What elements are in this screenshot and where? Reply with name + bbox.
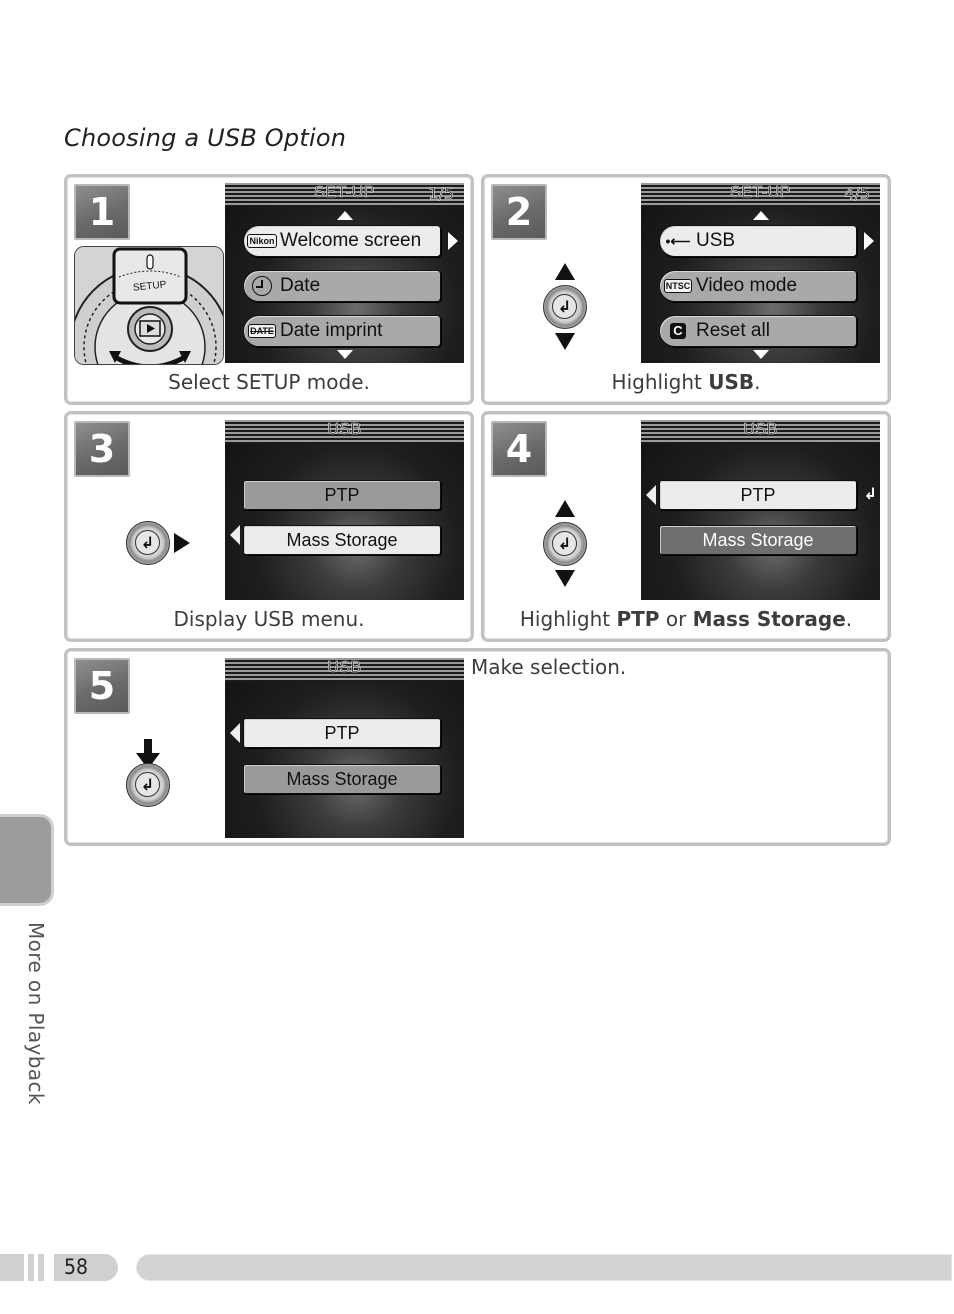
scroll-up-icon	[752, 211, 769, 220]
selection-marker-icon	[230, 723, 240, 743]
usb-option-ptp[interactable]: PTP	[243, 480, 441, 510]
menu-item-usb[interactable]: •⟵ USB	[659, 225, 857, 257]
step-caption: Highlight USB.	[611, 370, 761, 394]
screen-title: USB	[327, 421, 362, 439]
selection-marker-icon	[646, 485, 656, 505]
step-5-panel: 5 ↲ USB PTP Mass Storage Make selection.	[64, 648, 891, 846]
mode-dial-illustration: SETUP	[74, 246, 224, 365]
camera-screen: USB PTP Mass Storage	[225, 658, 464, 838]
step-caption: Highlight PTP or Mass Storage.	[519, 607, 853, 631]
step-number: 1	[74, 184, 130, 240]
menu-item-date-imprint[interactable]: DATE Date imprint	[243, 315, 441, 347]
usb-option-ptp[interactable]: PTP	[659, 480, 857, 510]
camera-screen: SET-UP 4/5 •⟵ USB NTSC Video mode C Rese…	[641, 183, 880, 363]
multi-selector-icon: ↲	[126, 763, 170, 807]
right-arrow-icon	[174, 533, 190, 553]
camera-screen: SET-UP 1/5 Nikon Welcome screen Date DAT…	[225, 183, 464, 363]
step-caption: Select SETUP mode.	[168, 370, 370, 394]
step-number: 4	[491, 421, 547, 477]
step-4-panel: 4 ↲ USB PTP ↲ Mass Storage Highlight PTP…	[481, 411, 891, 642]
down-arrow-icon	[555, 570, 575, 587]
ok-enter-icon: ↲	[863, 484, 877, 503]
menu-item-video-mode[interactable]: NTSC Video mode	[659, 270, 857, 302]
usb-option-mass-storage[interactable]: Mass Storage	[243, 525, 441, 555]
camera-screen: USB PTP ↲ Mass Storage	[641, 420, 880, 600]
clock-icon	[244, 270, 280, 302]
usb-option-mass-storage[interactable]: Mass Storage	[659, 525, 857, 555]
submenu-arrow-icon	[864, 232, 874, 250]
submenu-arrow-icon	[448, 232, 458, 250]
nikon-icon: Nikon	[247, 234, 277, 248]
usb-option-mass-storage[interactable]: Mass Storage	[243, 764, 441, 794]
screen-title: USB	[327, 659, 362, 677]
step-3-panel: 3 ↲ USB PTP Mass Storage Display USB men…	[64, 411, 474, 642]
chapter-label: More on Playback	[24, 922, 48, 1105]
scroll-down-icon	[336, 350, 353, 359]
selection-marker-icon	[230, 525, 240, 545]
step-number: 3	[74, 421, 130, 477]
step-number: 5	[74, 658, 130, 714]
down-arrow-icon	[555, 333, 575, 350]
section-title: Choosing a USB Option	[64, 124, 347, 152]
menu-item-welcome-screen[interactable]: Nikon Welcome screen	[243, 225, 441, 257]
page-number: 58	[54, 1254, 118, 1281]
footer-decoration	[0, 1254, 48, 1281]
reset-icon: C	[660, 315, 696, 347]
scroll-down-icon	[752, 350, 769, 359]
scroll-up-icon	[336, 211, 353, 220]
step-1-panel: 1 SETUP SET-UP 1/5 Nikon Welcome screen	[64, 174, 474, 405]
multi-selector-icon: ↲	[126, 521, 170, 565]
multi-selector-icon: ↲	[543, 285, 587, 329]
screen-page-indicator: 1/5	[428, 184, 454, 204]
menu-item-reset-all[interactable]: C Reset all	[659, 315, 857, 347]
usb-option-ptp[interactable]: PTP	[243, 718, 441, 748]
up-arrow-icon	[555, 263, 575, 280]
screen-page-indicator: 4/5	[844, 184, 870, 204]
step-caption: Display USB menu.	[173, 607, 365, 631]
date-imprint-icon: DATE	[248, 324, 276, 338]
step-number: 2	[491, 184, 547, 240]
chapter-tab	[0, 814, 54, 906]
usb-icon: •⟵	[665, 232, 691, 249]
step-caption: Make selection.	[471, 655, 627, 679]
footer-bar	[136, 1254, 952, 1281]
multi-selector-icon: ↲	[543, 522, 587, 566]
screen-title: USB	[743, 421, 778, 439]
ntsc-icon: NTSC	[663, 279, 693, 293]
menu-item-date[interactable]: Date	[243, 270, 441, 302]
up-arrow-icon	[555, 500, 575, 517]
step-2-panel: 2 ↲ SET-UP 4/5 •⟵ USB NTSC Video mode C …	[481, 174, 891, 405]
camera-screen: USB PTP Mass Storage	[225, 420, 464, 600]
